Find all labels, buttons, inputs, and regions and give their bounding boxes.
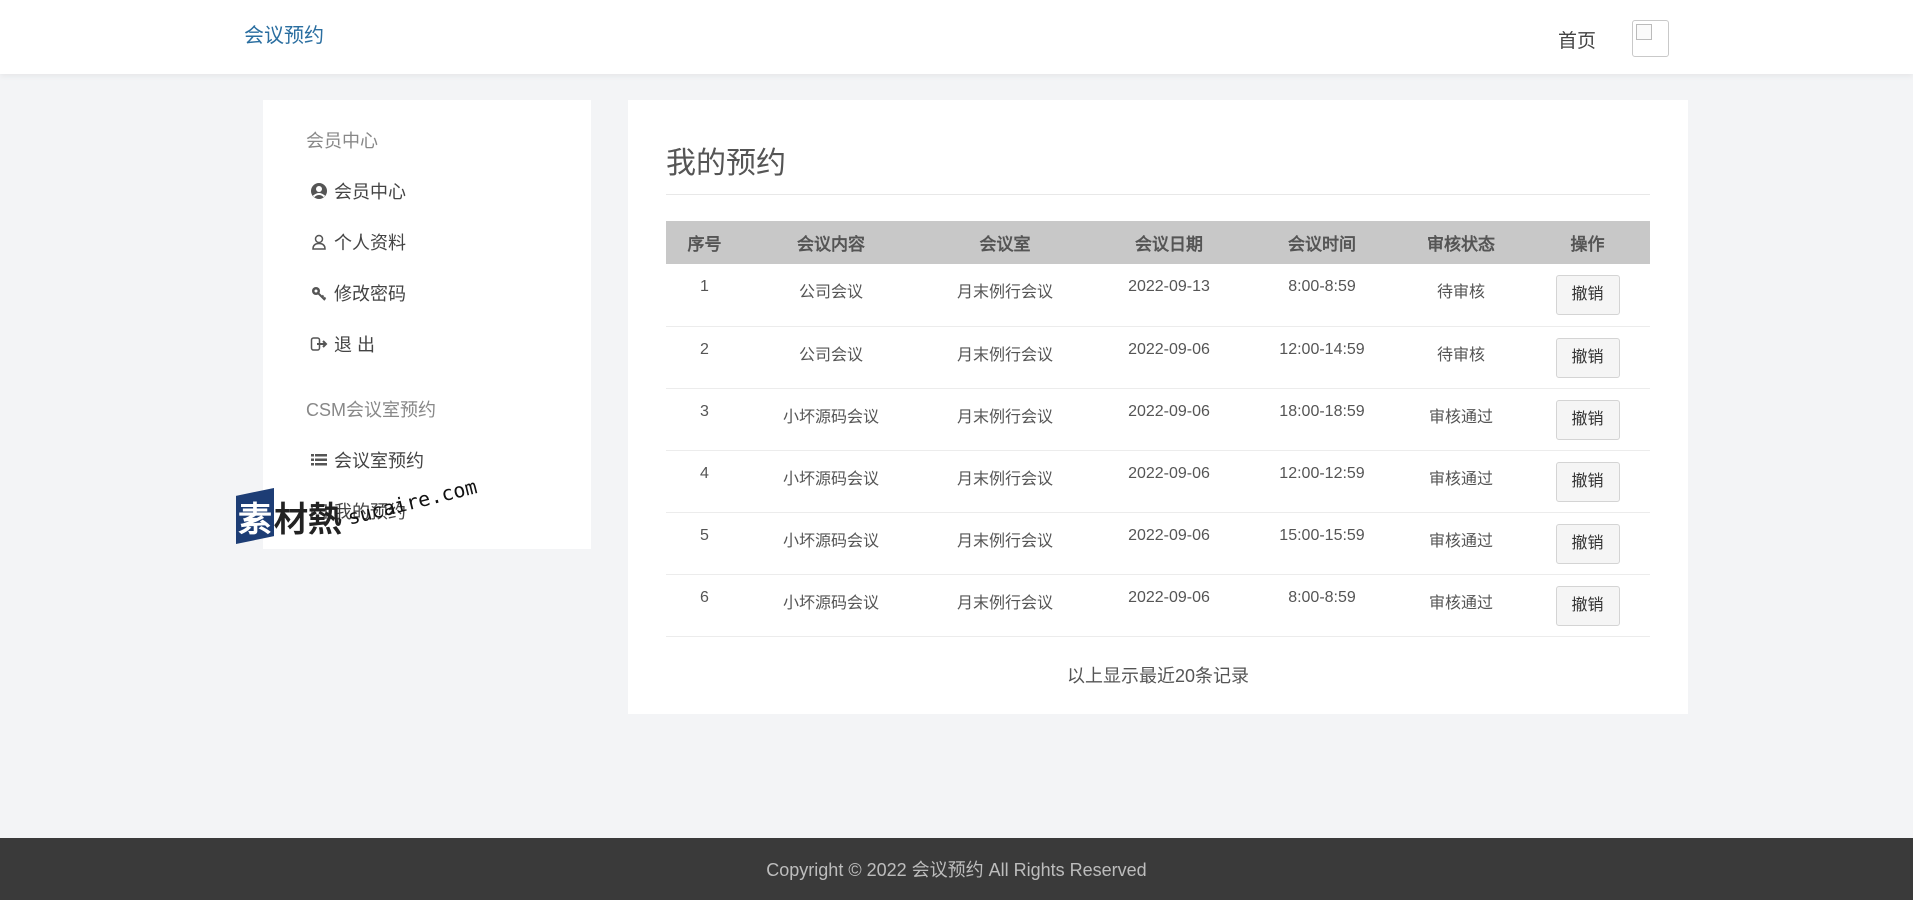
table-row: 6 小坏源码会议 月末例行会议 2022-09-06 8:00-8:59 审核通… (666, 574, 1650, 636)
cell-no: 4 (700, 464, 709, 482)
cell-room: 月末例行会议 (956, 470, 1053, 488)
watermark-logo: 素 材熱 sucaire.com (236, 474, 486, 554)
cell-status: 待审核 (1436, 346, 1485, 364)
column-header: 会议时间 (1288, 235, 1356, 254)
cell-date: 2022-09-06 (1128, 526, 1210, 544)
sidebar-item-label: 退 出 (334, 335, 376, 355)
cell-status: 待审核 (1436, 284, 1485, 301)
column-header: 会议内容 (797, 235, 865, 254)
records-note: 以上显示最近20条记录 (1066, 666, 1250, 686)
cell-status: 审核通过 (1428, 408, 1493, 426)
cell-room: 月末例行会议 (956, 594, 1053, 612)
sidebar: 会员中心 会员中心 个人资料 修改密码 退 出 CSM会议室预约 会议室预约 我… (263, 100, 591, 549)
cell-room: 月末例行会议 (956, 408, 1053, 426)
cancel-booking-button[interactable]: 撤销 (1555, 275, 1620, 315)
cell-no: 5 (700, 526, 709, 544)
sidebar-item-label: 会员中心 (334, 182, 406, 202)
cell-content: 小坏源码会议 (782, 470, 879, 488)
cell-action: 撤销 (1525, 450, 1650, 512)
column-header: 操作 (1570, 235, 1605, 254)
sidebar-item-label: 个人资料 (334, 233, 406, 253)
cancel-booking-button[interactable]: 撤销 (1555, 461, 1620, 502)
page-title: 我的预约 (666, 147, 786, 180)
table-header-row: 序号 会议内容 会议室 会议日期 会议时间 审核状态 操作 (666, 221, 1650, 264)
cell-room: 月末例行会议 (956, 346, 1053, 364)
avatar[interactable] (1632, 20, 1669, 57)
list-icon (310, 451, 328, 469)
cell-content: 小坏源码会议 (782, 532, 879, 550)
broken-image-icon (1636, 24, 1652, 40)
sidebar-item-label: 会议室预约 (334, 451, 424, 471)
column-header: 会议室 (979, 235, 1031, 254)
key-icon (310, 284, 328, 302)
cell-status: 审核通过 (1428, 470, 1493, 488)
cancel-booking-button[interactable]: 撤销 (1555, 523, 1620, 564)
table-row: 5 小坏源码会议 月末例行会议 2022-09-06 15:00-15:59 审… (666, 512, 1650, 574)
cell-action: 撤销 (1525, 326, 1650, 388)
table-row: 3 小坏源码会议 月末例行会议 2022-09-06 18:00-18:59 审… (666, 388, 1650, 450)
cell-content: 公司会议 (798, 346, 863, 364)
column-header: 序号 (687, 235, 722, 254)
column-header: 会议日期 (1135, 235, 1203, 254)
table-row: 1 公司会议 月末例行会议 2022-09-13 8:00-8:59 待审核 撤… (666, 264, 1650, 326)
top-navbar: 会议预约 首页 (0, 0, 1913, 74)
cell-content: 小坏源码会议 (782, 594, 879, 612)
user-circle-icon (310, 182, 328, 200)
cell-date: 2022-09-06 (1128, 464, 1210, 482)
table-row: 2 公司会议 月末例行会议 2022-09-06 12:00-14:59 待审核… (666, 326, 1650, 388)
cancel-booking-button[interactable]: 撤销 (1555, 399, 1620, 440)
cell-time: 12:00-14:59 (1279, 340, 1365, 358)
footer: Copyright © 2022 会议预约 All Rights Reserve… (0, 838, 1913, 900)
cancel-booking-button[interactable]: 撤销 (1555, 585, 1620, 626)
cell-room: 月末例行会议 (956, 284, 1053, 301)
cell-time: 15:00-15:59 (1279, 526, 1365, 544)
bookings-table: 序号 会议内容 会议室 会议日期 会议时间 审核状态 操作 1 公司会议 月末例… (666, 221, 1650, 637)
cell-date: 2022-09-06 (1128, 340, 1210, 358)
title-divider (666, 194, 1650, 195)
cell-no: 2 (700, 340, 709, 358)
sidebar-item-room-booking[interactable]: 会议室预约 (310, 446, 424, 474)
cell-action: 撤销 (1525, 388, 1650, 450)
cell-action: 撤销 (1525, 264, 1650, 326)
watermark-mark: 素 (236, 488, 274, 544)
main-panel: 我的预约 序号 会议内容 会议室 会议日期 会议时间 审核状态 操作 1 公司会… (628, 100, 1688, 714)
sidebar-group-booking: CSM会议室预约 (306, 400, 436, 420)
cell-content: 小坏源码会议 (782, 408, 879, 426)
sidebar-item-logout[interactable]: 退 出 (310, 330, 375, 358)
cell-status: 审核通过 (1428, 532, 1493, 550)
cell-date: 2022-09-06 (1128, 402, 1210, 420)
sidebar-item-member-center[interactable]: 会员中心 (310, 177, 406, 205)
cell-room: 月末例行会议 (956, 532, 1053, 550)
column-header: 审核状态 (1427, 235, 1495, 254)
cell-date: 2022-09-06 (1128, 588, 1210, 606)
cell-status: 审核通过 (1428, 594, 1493, 612)
sidebar-item-profile[interactable]: 个人资料 (310, 228, 406, 256)
cancel-booking-button[interactable]: 撤销 (1555, 337, 1620, 378)
user-icon (310, 233, 328, 251)
sidebar-group-member: 会员中心 (306, 131, 378, 151)
sidebar-item-label: 修改密码 (334, 284, 406, 304)
sidebar-item-change-password[interactable]: 修改密码 (310, 279, 406, 307)
table-row: 4 小坏源码会议 月末例行会议 2022-09-06 12:00-12:59 审… (666, 450, 1650, 512)
cell-no: 6 (700, 588, 709, 606)
cell-content: 公司会议 (798, 284, 863, 301)
watermark-cn-text: 材熱 (274, 500, 342, 539)
cell-date: 2022-09-13 (1128, 278, 1210, 295)
cell-time: 8:00-8:59 (1288, 278, 1356, 295)
cell-action: 撤销 (1525, 512, 1650, 574)
copyright-text: Copyright © 2022 会议预约 All Rights Reserve… (766, 860, 1147, 880)
cell-time: 18:00-18:59 (1279, 402, 1365, 420)
cell-time: 12:00-12:59 (1279, 464, 1365, 482)
cell-no: 1 (700, 278, 709, 295)
sign-out-icon (310, 335, 328, 353)
cell-no: 3 (700, 402, 709, 420)
cell-action: 撤销 (1525, 574, 1650, 636)
cell-time: 8:00-8:59 (1288, 588, 1356, 606)
brand-link[interactable]: 会议预约 (244, 19, 324, 48)
nav-home-link[interactable]: 首页 (1558, 26, 1596, 53)
